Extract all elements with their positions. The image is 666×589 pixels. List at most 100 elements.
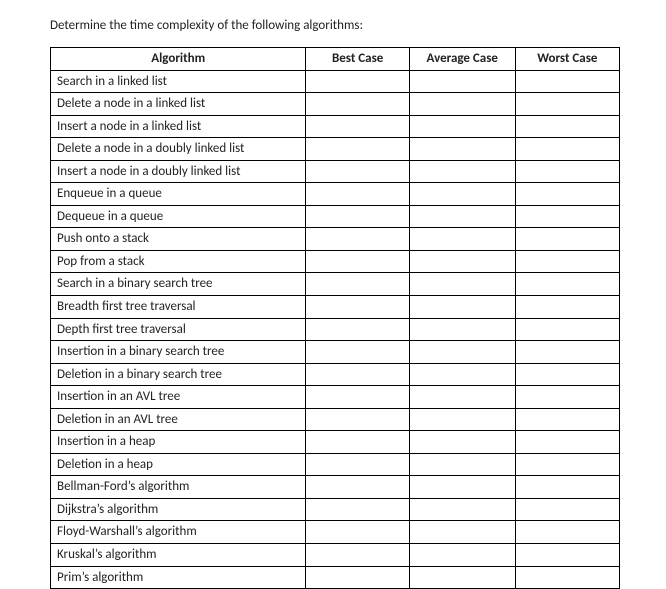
table-row: Kruskal’s algorithm (51, 544, 620, 567)
algorithm-cell: Insert a node in a doubly linked list (51, 160, 306, 183)
average-case-cell[interactable] (409, 476, 515, 499)
worst-case-cell[interactable] (515, 408, 619, 431)
average-case-cell[interactable] (409, 544, 515, 567)
average-case-cell[interactable] (409, 566, 515, 589)
average-case-cell[interactable] (409, 408, 515, 431)
algorithm-cell: Floyd-Warshall’s algorithm (51, 521, 306, 544)
best-case-cell[interactable] (306, 521, 409, 544)
average-case-cell[interactable] (409, 318, 515, 341)
best-case-cell[interactable] (306, 183, 409, 206)
table-row: Enqueue in a queue (51, 183, 620, 206)
worst-case-cell[interactable] (515, 476, 619, 499)
best-case-cell[interactable] (306, 566, 409, 589)
algorithm-cell: Insert a node in a linked list (51, 115, 306, 138)
average-case-cell[interactable] (409, 160, 515, 183)
best-case-cell[interactable] (306, 341, 409, 364)
worst-case-cell[interactable] (515, 138, 619, 161)
worst-case-cell[interactable] (515, 273, 619, 296)
worst-case-cell[interactable] (515, 341, 619, 364)
average-case-cell[interactable] (409, 250, 515, 273)
worst-case-cell[interactable] (515, 453, 619, 476)
header-best-case: Best Case (306, 48, 409, 71)
best-case-cell[interactable] (306, 273, 409, 296)
worst-case-cell[interactable] (515, 544, 619, 567)
average-case-cell[interactable] (409, 183, 515, 206)
worst-case-cell[interactable] (515, 431, 619, 454)
average-case-cell[interactable] (409, 115, 515, 138)
best-case-cell[interactable] (306, 363, 409, 386)
table-row: Deletion in an AVL tree (51, 408, 620, 431)
best-case-cell[interactable] (306, 453, 409, 476)
table-row: Bellman-Ford’s algorithm (51, 476, 620, 499)
best-case-cell[interactable] (306, 386, 409, 409)
worst-case-cell[interactable] (515, 363, 619, 386)
best-case-cell[interactable] (306, 250, 409, 273)
best-case-cell[interactable] (306, 318, 409, 341)
best-case-cell[interactable] (306, 115, 409, 138)
algorithm-cell: Delete a node in a doubly linked list (51, 138, 306, 161)
best-case-cell[interactable] (306, 498, 409, 521)
average-case-cell[interactable] (409, 431, 515, 454)
worst-case-cell[interactable] (515, 228, 619, 251)
table-row: Deletion in a binary search tree (51, 363, 620, 386)
best-case-cell[interactable] (306, 138, 409, 161)
worst-case-cell[interactable] (515, 566, 619, 589)
best-case-cell[interactable] (306, 431, 409, 454)
average-case-cell[interactable] (409, 138, 515, 161)
worst-case-cell[interactable] (515, 296, 619, 319)
best-case-cell[interactable] (306, 408, 409, 431)
best-case-cell[interactable] (306, 296, 409, 319)
best-case-cell[interactable] (306, 476, 409, 499)
table-body: Search in a linked listDelete a node in … (51, 70, 620, 589)
average-case-cell[interactable] (409, 70, 515, 93)
table-row: Dijkstra’s algorithm (51, 498, 620, 521)
average-case-cell[interactable] (409, 386, 515, 409)
worst-case-cell[interactable] (515, 318, 619, 341)
table-row: Insertion in an AVL tree (51, 386, 620, 409)
worksheet-page: Determine the time complexity of the fol… (0, 0, 666, 589)
table-row: Depth first tree traversal (51, 318, 620, 341)
average-case-cell[interactable] (409, 498, 515, 521)
table-row: Dequeue in a queue (51, 205, 620, 228)
worst-case-cell[interactable] (515, 183, 619, 206)
algorithm-cell: Insertion in an AVL tree (51, 386, 306, 409)
worst-case-cell[interactable] (515, 250, 619, 273)
algorithm-cell: Search in a binary search tree (51, 273, 306, 296)
worst-case-cell[interactable] (515, 205, 619, 228)
table-header: Algorithm Best Case Average Case Worst C… (51, 48, 620, 71)
best-case-cell[interactable] (306, 93, 409, 116)
table-row: Push onto a stack (51, 228, 620, 251)
average-case-cell[interactable] (409, 521, 515, 544)
table-row: Delete a node in a linked list (51, 93, 620, 116)
worst-case-cell[interactable] (515, 93, 619, 116)
best-case-cell[interactable] (306, 160, 409, 183)
table-row: Search in a binary search tree (51, 273, 620, 296)
average-case-cell[interactable] (409, 205, 515, 228)
average-case-cell[interactable] (409, 363, 515, 386)
worst-case-cell[interactable] (515, 386, 619, 409)
worst-case-cell[interactable] (515, 70, 619, 93)
average-case-cell[interactable] (409, 228, 515, 251)
algorithm-cell: Search in a linked list (51, 70, 306, 93)
average-case-cell[interactable] (409, 453, 515, 476)
worst-case-cell[interactable] (515, 160, 619, 183)
table-row: Insert a node in a linked list (51, 115, 620, 138)
worst-case-cell[interactable] (515, 115, 619, 138)
algorithm-cell: Enqueue in a queue (51, 183, 306, 206)
algorithm-cell: Deletion in a heap (51, 453, 306, 476)
worst-case-cell[interactable] (515, 521, 619, 544)
best-case-cell[interactable] (306, 70, 409, 93)
best-case-cell[interactable] (306, 544, 409, 567)
average-case-cell[interactable] (409, 273, 515, 296)
average-case-cell[interactable] (409, 296, 515, 319)
best-case-cell[interactable] (306, 205, 409, 228)
average-case-cell[interactable] (409, 93, 515, 116)
algorithm-cell: Prim’s algorithm (51, 566, 306, 589)
header-average-case: Average Case (409, 48, 515, 71)
best-case-cell[interactable] (306, 228, 409, 251)
worst-case-cell[interactable] (515, 498, 619, 521)
average-case-cell[interactable] (409, 341, 515, 364)
algorithm-cell: Kruskal’s algorithm (51, 544, 306, 567)
table-row: Breadth first tree traversal (51, 296, 620, 319)
table-row: Floyd-Warshall’s algorithm (51, 521, 620, 544)
